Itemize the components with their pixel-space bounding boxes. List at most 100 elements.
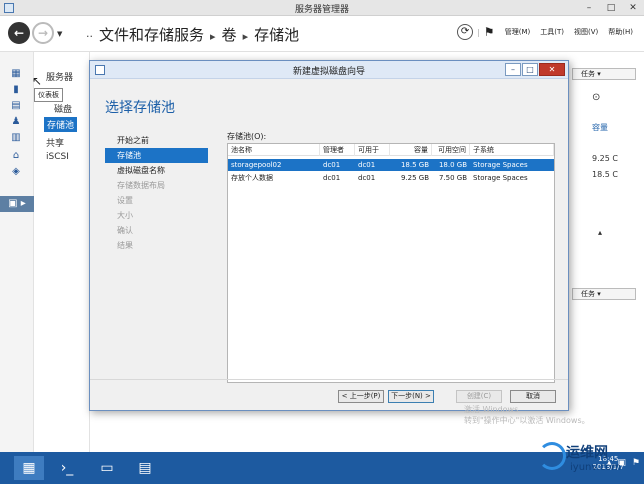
forward-button[interactable]: → xyxy=(32,22,54,44)
sidebar-icons: ▦ ▮ ▤ ♟ ▥ ⌂ ◈ ▣ ▸ xyxy=(0,52,34,452)
file-explorer-taskbar-icon[interactable]: ▭ xyxy=(92,456,122,480)
window-controls: – □ ✕ xyxy=(578,0,644,16)
cell-free-space: 7.50 GB xyxy=(438,174,467,182)
cell-capacity: 9.25 GB xyxy=(400,174,429,182)
server-manager-title: 服务器管理器 xyxy=(294,5,349,15)
logo-name: 运维网 xyxy=(566,445,608,461)
table-row[interactable]: 存放个人数据 dc01 dc01 9.25 GB 7.50 GB Storage… xyxy=(228,172,554,184)
wizard-close-button[interactable]: ✕ xyxy=(539,63,565,76)
minimize-button[interactable]: – xyxy=(578,0,600,16)
watermark-line-1: 激活 Windows xyxy=(464,405,519,414)
capacity-column-header[interactable]: 容量 xyxy=(592,122,608,133)
nav-disks[interactable]: 磁盘 xyxy=(54,102,72,115)
cell-managed-by: dc01 xyxy=(323,174,341,182)
step-settings: 设置 xyxy=(117,196,133,205)
tasks-dropdown-2[interactable]: 任务 ▾ xyxy=(572,288,636,300)
ad-ds-icon[interactable]: ♟ xyxy=(10,116,22,128)
column-free-space[interactable]: 可用空间 xyxy=(432,144,470,156)
menu-manage[interactable]: 管理(M) xyxy=(502,27,534,37)
logo-swirl-icon xyxy=(538,442,566,470)
nav-tools: ⟳ | ⚑ 管理(M) 工具(T) 视图(V) 帮助(H) xyxy=(457,24,636,40)
breadcrumb-separator-icon: ▸ xyxy=(210,30,216,43)
navigation-bar: ← → ▼ ·· 文件和存储服务 ▸ 卷 ▸ 存储池 ⟳ | ⚑ 管理(M) 工具(T) … xyxy=(0,16,644,52)
wizard-maximize-button[interactable]: □ xyxy=(522,63,538,76)
tasks-label: 任务 xyxy=(581,70,595,78)
wizard-titlebar: 新建虚拟磁盘向导 – □ ✕ xyxy=(90,61,568,79)
column-subsystem[interactable]: 子系统 xyxy=(470,144,554,156)
breadcrumb-item-storage-pools[interactable]: 存储池 xyxy=(254,26,299,44)
step-virtual-disk-name[interactable]: 虚拟磁盘名称 xyxy=(105,163,208,178)
local-server-icon[interactable]: ▮ xyxy=(10,84,22,96)
collapse-icon[interactable]: ▴ xyxy=(598,228,602,237)
file-storage-services-icon[interactable]: ▣ ▸ xyxy=(0,196,34,212)
breadcrumb-prefix: ·· xyxy=(86,30,93,43)
wizard-window-controls: – □ ✕ xyxy=(505,63,565,76)
background-content-panel: 任务 ▾ ⊙ 容量 9.25 C 18.5 C ▴ 任务 ▾ xyxy=(568,60,644,450)
all-servers-icon[interactable]: ▤ xyxy=(10,100,22,112)
watermark-line-2: 转到"操作中心"以激活 Windows。 xyxy=(464,416,590,425)
history-dropdown-icon[interactable]: ▼ xyxy=(57,30,62,38)
previous-button[interactable]: < 上一步(P) xyxy=(338,390,384,403)
step-storage-pool[interactable]: 存储池 xyxy=(105,148,208,163)
nav-storage-pools[interactable]: 存储池 xyxy=(44,117,78,132)
tasks-dropdown[interactable]: 任务 ▾ xyxy=(572,68,636,80)
close-button[interactable]: ✕ xyxy=(622,0,644,16)
tasks-label: 任务 xyxy=(581,290,595,298)
capacity-value-2: 18.5 C xyxy=(592,170,618,179)
wizard-heading: 选择存储池 xyxy=(105,100,175,116)
column-available-to[interactable]: 可用于 xyxy=(355,144,390,156)
cell-pool-name: 存放个人数据 xyxy=(231,174,273,182)
powershell-taskbar-icon[interactable]: ›_ xyxy=(52,456,82,480)
file-services-sidebar-icon[interactable]: ◈ xyxy=(10,166,22,178)
menu-help[interactable]: 帮助(H) xyxy=(605,27,636,37)
refresh-icon[interactable]: ⟳ xyxy=(457,24,474,40)
back-button[interactable]: ← xyxy=(8,22,30,44)
wizard-minimize-button[interactable]: – xyxy=(505,63,521,76)
cell-managed-by: dc01 xyxy=(323,161,341,169)
expand-icon[interactable]: ⊙ xyxy=(592,92,600,103)
table-row[interactable]: storagepool02 dc01 dc01 18.5 GB 18.0 GB … xyxy=(228,159,554,171)
network-taskbar-icon[interactable]: ▤ xyxy=(130,456,160,480)
wizard-steps: 开始之前 存储池 虚拟磁盘名称 存储数据布局 设置 大小 确认 结果 xyxy=(105,133,208,253)
mouse-cursor-icon: ↖ xyxy=(32,74,43,88)
nav-shares[interactable]: 共享 xyxy=(46,136,64,149)
logo-url: iyunv.com xyxy=(570,462,622,473)
divider: | xyxy=(477,27,480,37)
capacity-value-1: 9.25 C xyxy=(592,154,618,163)
next-button[interactable]: 下一步(N) > xyxy=(388,390,434,403)
notifications-flag-icon[interactable]: ⚑ xyxy=(484,24,498,40)
cell-free-space: 18.0 GB xyxy=(438,161,467,169)
dhcp-icon[interactable]: ▥ xyxy=(10,132,22,144)
activation-watermark: 激活 Windows 转到"操作中心"以激活 Windows。 xyxy=(464,404,590,426)
breadcrumb-item-volumes[interactable]: 卷 xyxy=(222,26,237,44)
nav-servers[interactable]: 服务器 xyxy=(46,70,73,83)
cell-pool-name: storagepool02 xyxy=(231,161,282,169)
dns-icon[interactable]: ⌂ xyxy=(10,150,22,162)
tooltip: 仪表板 xyxy=(34,88,63,102)
menu-tools[interactable]: 工具(T) xyxy=(537,27,567,37)
storage-pool-table[interactable]: 池名称 管理者 可用于 容量 可用空间 子系统 storagepool02 dc… xyxy=(227,143,555,383)
column-capacity[interactable]: 容量 xyxy=(390,144,432,156)
column-pool-name[interactable]: 池名称 xyxy=(228,144,320,156)
cell-capacity: 18.5 GB xyxy=(400,161,429,169)
breadcrumb: ·· 文件和存储服务 ▸ 卷 ▸ 存储池 xyxy=(80,24,299,45)
nav-iscsi[interactable]: iSCSI xyxy=(46,152,69,162)
step-results: 结果 xyxy=(117,241,133,250)
menu-view[interactable]: 视图(V) xyxy=(571,27,601,37)
cancel-button[interactable]: 取消 xyxy=(510,390,556,403)
step-before-you-begin[interactable]: 开始之前 xyxy=(105,133,208,148)
new-virtual-disk-wizard: 新建虚拟磁盘向导 – □ ✕ 选择存储池 开始之前 存储池 虚拟磁盘名称 存储数… xyxy=(89,60,569,411)
column-managed-by[interactable]: 管理者 xyxy=(320,144,355,156)
dashboard-icon[interactable]: ▦ xyxy=(10,68,22,80)
breadcrumb-item-file-storage[interactable]: 文件和存储服务 xyxy=(99,26,204,44)
cell-subsystem: Storage Spaces xyxy=(473,174,528,182)
step-size: 大小 xyxy=(117,211,133,220)
server-manager-taskbar-icon[interactable]: ▦ xyxy=(14,456,44,480)
site-watermark-logo: 运维网 iyunv.com xyxy=(536,440,644,480)
server-manager-titlebar: 服务器管理器 – □ ✕ xyxy=(0,0,644,16)
cell-available-to: dc01 xyxy=(358,161,376,169)
create-button: 创建(C) xyxy=(456,390,502,403)
maximize-button[interactable]: □ xyxy=(600,0,622,16)
storage-pool-label: 存储池(O): xyxy=(227,132,267,141)
wizard-title: 新建虚拟磁盘向导 xyxy=(292,67,365,77)
